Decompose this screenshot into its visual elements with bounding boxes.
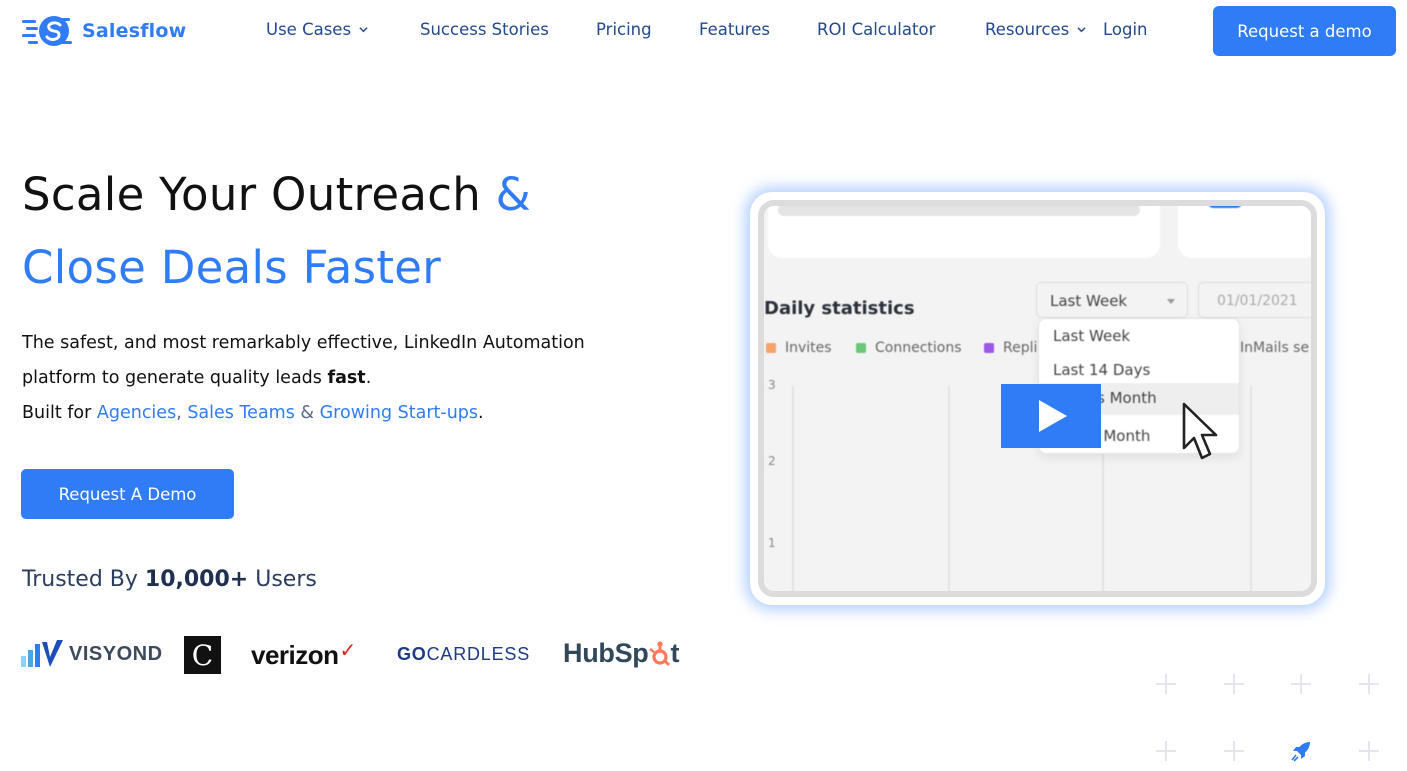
verizon-wordmark: verizon xyxy=(251,640,339,670)
salesflow-logo[interactable]: Salesflow xyxy=(22,14,186,48)
c-brand-mark: C xyxy=(184,636,221,674)
legend-item: InMails se xyxy=(1240,340,1309,356)
hubspot-wordmark-a: HubSp xyxy=(563,638,649,668)
legend-label: Invites xyxy=(785,340,832,356)
nav-features-label: Features xyxy=(699,20,770,39)
verizon-logo: verizon ✓ xyxy=(251,637,357,671)
audience-agencies-link[interactable]: Agencies xyxy=(97,403,176,423)
c-brand-logo: C xyxy=(184,636,221,674)
visyond-mark-icon xyxy=(21,640,63,667)
dashboard-top-card xyxy=(768,206,1160,258)
salesflow-logo-icon xyxy=(22,16,72,46)
request-demo-hero-button[interactable]: Request A Demo xyxy=(21,469,234,519)
nav-login[interactable]: Login xyxy=(1103,20,1148,39)
dashboard-top-card-right xyxy=(1178,206,1311,258)
visyond-logo: VISYOND xyxy=(21,640,163,668)
date-input: 01/01/2021 xyxy=(1198,282,1311,318)
legend-swatch xyxy=(766,343,776,353)
desc-bold: fast xyxy=(327,368,366,388)
y-axis-tick: 2 xyxy=(768,454,776,468)
nav-resources-label: Resources xyxy=(985,20,1070,39)
trusted-by-heading: Trusted By 10,000+ Users xyxy=(22,567,317,592)
nav-pricing[interactable]: Pricing xyxy=(596,20,652,39)
product-demo-video[interactable]: Daily statistics Last Week 01/01/2021 In… xyxy=(750,192,1325,605)
chevron-down-icon xyxy=(359,27,368,33)
headline-ampersand: & xyxy=(495,168,532,221)
request-demo-nav-button[interactable]: Request a demo xyxy=(1213,6,1396,56)
nav-resources[interactable]: Resources xyxy=(985,20,1086,39)
legend-swatch xyxy=(984,343,994,353)
audience-sales-teams-link[interactable]: Sales Teams xyxy=(187,403,295,423)
legend-item: Invites xyxy=(766,340,832,356)
nav-roi-calculator-label: ROI Calculator xyxy=(817,20,936,39)
date-range-select: Last Week xyxy=(1036,282,1188,318)
chart-gridline xyxy=(948,386,950,591)
desc-text: The safest, and most remarkably effectiv… xyxy=(22,333,585,388)
hero-headline-line1: Scale Your Outreach & xyxy=(22,172,531,217)
placeholder-bar xyxy=(778,206,1140,216)
audience-growing-startups-link[interactable]: Growing Start-ups xyxy=(320,403,478,423)
trusted-count: 10,000+ xyxy=(144,567,249,592)
decor-plus xyxy=(1359,741,1379,761)
rocket-icon xyxy=(1291,742,1310,762)
legend-label: InMails se xyxy=(1240,340,1310,356)
caret-down-icon xyxy=(1167,299,1175,304)
brand-name: Salesflow xyxy=(82,20,187,42)
audience-sep: & xyxy=(294,403,320,423)
nav-login-label: Login xyxy=(1103,20,1148,39)
legend-item: Repli xyxy=(984,340,1037,356)
trusted-suffix: Users xyxy=(248,567,317,592)
video-frame: Daily statistics Last Week 01/01/2021 In… xyxy=(758,200,1317,597)
legend-swatch xyxy=(856,343,866,353)
decor-plus xyxy=(1359,674,1379,694)
audience-sep: , xyxy=(176,403,188,423)
nav-use-cases-label: Use Cases xyxy=(266,20,352,39)
built-for-prefix: Built for xyxy=(22,403,97,423)
trusted-prefix: Trusted By xyxy=(22,567,145,592)
gocardless-logo: GOCARDLESS xyxy=(397,644,530,665)
nav-features[interactable]: Features xyxy=(699,20,770,39)
y-axis-tick: 1 xyxy=(768,536,776,550)
visyond-wordmark: VISYOND xyxy=(69,642,163,665)
play-icon xyxy=(1039,400,1067,432)
top-navigation: Salesflow Use Cases Success Stories Pric… xyxy=(0,0,1407,64)
y-axis-tick: 3 xyxy=(768,378,776,392)
chart-gridline xyxy=(1250,386,1252,591)
gocardless-go: GO xyxy=(397,644,427,664)
headline-text: Scale Your Outreach xyxy=(22,168,496,221)
built-for-suffix: . xyxy=(478,403,484,423)
hubspot-wordmark-b: t xyxy=(670,638,680,668)
hubspot-logo: HubSp t xyxy=(563,638,679,669)
nav-pricing-label: Pricing xyxy=(596,20,652,39)
legend-label: Connections xyxy=(875,340,962,356)
hero-description: The safest, and most remarkably effectiv… xyxy=(22,326,662,431)
hubspot-sprocket-icon xyxy=(648,640,670,666)
decor-plus xyxy=(1291,674,1311,694)
decor-plus xyxy=(1156,741,1176,761)
nav-use-cases[interactable]: Use Cases xyxy=(266,20,368,39)
gocardless-wordmark: GOCARDLESS xyxy=(397,644,530,665)
nav-success-stories-label: Success Stories xyxy=(420,20,549,39)
hero-headline-line2: Close Deals Faster xyxy=(22,241,442,294)
play-button[interactable] xyxy=(1001,384,1101,448)
gocardless-rest: CARDLESS xyxy=(426,644,531,664)
verizon-check-icon: ✓ xyxy=(339,637,357,662)
legend-item: Connections xyxy=(856,340,962,356)
nav-success-stories[interactable]: Success Stories xyxy=(420,20,549,39)
mouse-cursor-icon xyxy=(1182,402,1218,460)
toggle-pill xyxy=(1208,206,1242,208)
decor-plus xyxy=(1224,674,1244,694)
daily-statistics-title: Daily statistics xyxy=(764,298,915,319)
date-range-value: Last Week xyxy=(1050,292,1128,310)
decor-plus xyxy=(1224,741,1244,761)
legend-label: Repli xyxy=(1003,340,1038,356)
nav-roi-calculator[interactable]: ROI Calculator xyxy=(817,20,935,39)
chevron-down-icon xyxy=(1077,27,1086,33)
desc-period: . xyxy=(365,368,372,388)
dropdown-option: Last Week xyxy=(1053,327,1131,345)
decor-plus xyxy=(1156,674,1176,694)
chart-gridline xyxy=(792,386,794,591)
